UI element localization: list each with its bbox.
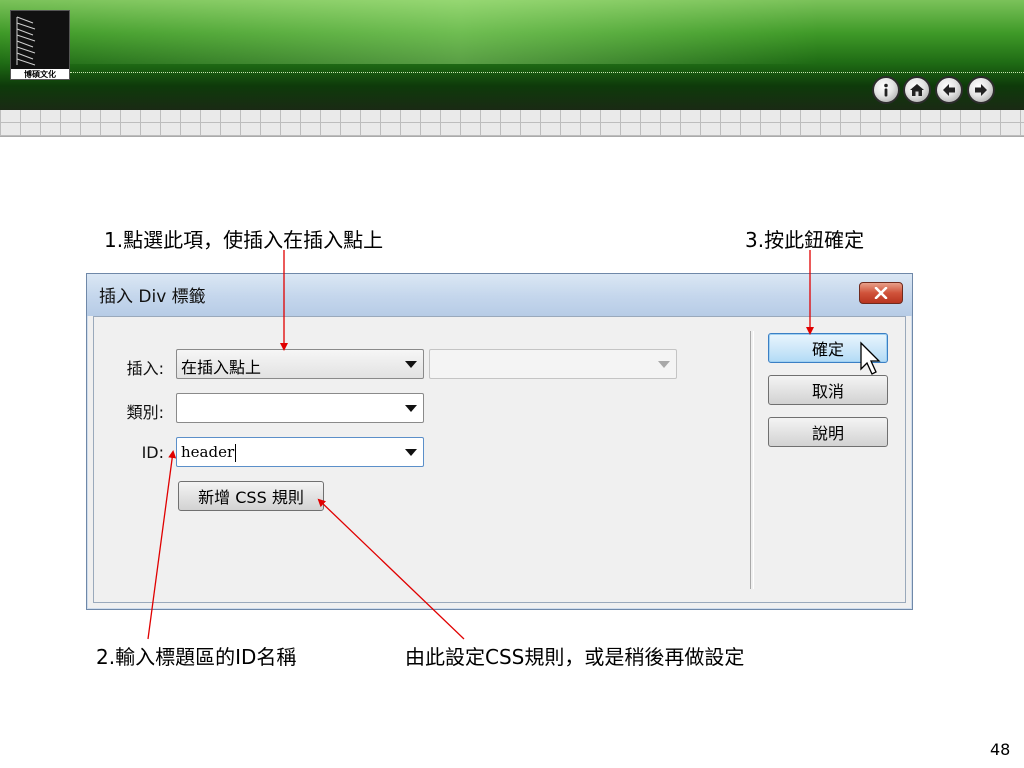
info-button[interactable]	[872, 76, 900, 104]
forward-button[interactable]	[967, 76, 995, 104]
new-css-rule-button[interactable]: 新增 CSS 規則	[178, 481, 324, 511]
help-button[interactable]: 說明	[768, 417, 888, 447]
close-button[interactable]	[859, 282, 903, 304]
id-label: ID:	[141, 443, 164, 462]
dialog-title: 插入 Div 標籤	[99, 287, 206, 307]
info-icon	[884, 83, 888, 97]
callout-insert-position: 1.點選此項，使插入在插入點上	[104, 228, 384, 252]
dialog-separator	[750, 331, 754, 589]
id-value: header	[181, 443, 235, 461]
home-icon	[910, 84, 924, 96]
text-caret	[235, 444, 236, 462]
page-number: 48	[990, 740, 1011, 759]
chevron-down-icon	[658, 361, 670, 368]
insert-position-value: 在插入點上	[181, 358, 262, 377]
id-combobox[interactable]: header	[176, 437, 424, 467]
class-combobox[interactable]	[176, 393, 424, 423]
forward-arrow-icon	[975, 84, 987, 96]
chevron-down-icon	[405, 449, 417, 456]
dialog-titlebar[interactable]: 插入 Div 標籤	[87, 274, 912, 316]
class-label: 類別:	[126, 403, 164, 422]
cancel-button[interactable]: 取消	[768, 375, 888, 405]
home-button[interactable]	[903, 76, 931, 104]
back-button[interactable]	[935, 76, 963, 104]
header-grid-strip	[0, 110, 1024, 137]
banner-divider	[70, 72, 1024, 73]
logo-emblem-icon	[16, 16, 36, 66]
insert-label: 插入:	[126, 359, 164, 378]
back-arrow-icon	[943, 84, 955, 96]
callout-confirm: 3.按此鈕確定	[745, 228, 865, 252]
insert-target-select[interactable]	[429, 349, 677, 379]
chevron-down-icon	[405, 405, 417, 412]
chevron-down-icon	[405, 361, 417, 368]
dialog-body: 插入: 在插入點上 類別: ID: header 新增 CSS 規則 確定 取消…	[93, 316, 906, 603]
logo-text: 博碩文化	[11, 69, 69, 79]
callout-css-rule: 由此設定CSS規則，或是稍後再做設定	[405, 645, 745, 669]
ok-button[interactable]: 確定	[768, 333, 888, 363]
insert-position-select[interactable]: 在插入點上	[176, 349, 424, 379]
banner-glow	[0, 0, 1024, 64]
close-icon	[874, 287, 888, 299]
publisher-logo: 博碩文化	[10, 10, 70, 80]
header-banner: 博碩文化	[0, 0, 1024, 110]
insert-div-dialog: 插入 Div 標籤 插入: 在插入點上 類別: ID: header 新增 CS…	[86, 273, 913, 610]
callout-enter-id: 2.輸入標題區的ID名稱	[96, 645, 297, 669]
